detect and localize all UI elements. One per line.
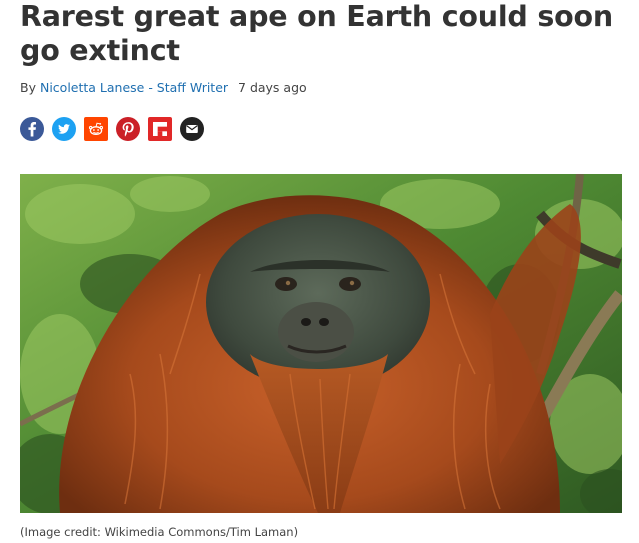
article-header: Rarest great ape on Earth could soon go …: [20, 0, 622, 141]
byline: By Nicoletta Lanese - Staff Writer 7 day…: [20, 80, 622, 96]
share-bar: [20, 117, 622, 141]
publish-date: 7 days ago: [238, 80, 307, 95]
flipboard-icon: [148, 117, 172, 141]
share-email-button[interactable]: [180, 117, 204, 141]
share-facebook-button[interactable]: [20, 117, 44, 141]
byline-prefix: By: [20, 80, 36, 95]
share-reddit-button[interactable]: [84, 117, 108, 141]
share-twitter-button[interactable]: [52, 117, 76, 141]
facebook-icon: [20, 117, 44, 141]
article-title: Rarest great ape on Earth could soon go …: [20, 0, 613, 67]
share-flipboard-button[interactable]: [148, 117, 172, 141]
pinterest-icon: [116, 117, 140, 141]
hero-image: [20, 174, 622, 513]
image-caption: (Image credit: Wikimedia Commons/Tim Lam…: [20, 525, 299, 539]
share-pinterest-button[interactable]: [116, 117, 140, 141]
author-link[interactable]: Nicoletta Lanese - Staff Writer: [40, 80, 228, 95]
reddit-icon: [84, 117, 108, 141]
orangutan-photo: [20, 174, 622, 513]
email-icon: [180, 117, 204, 141]
twitter-icon: [52, 117, 76, 141]
